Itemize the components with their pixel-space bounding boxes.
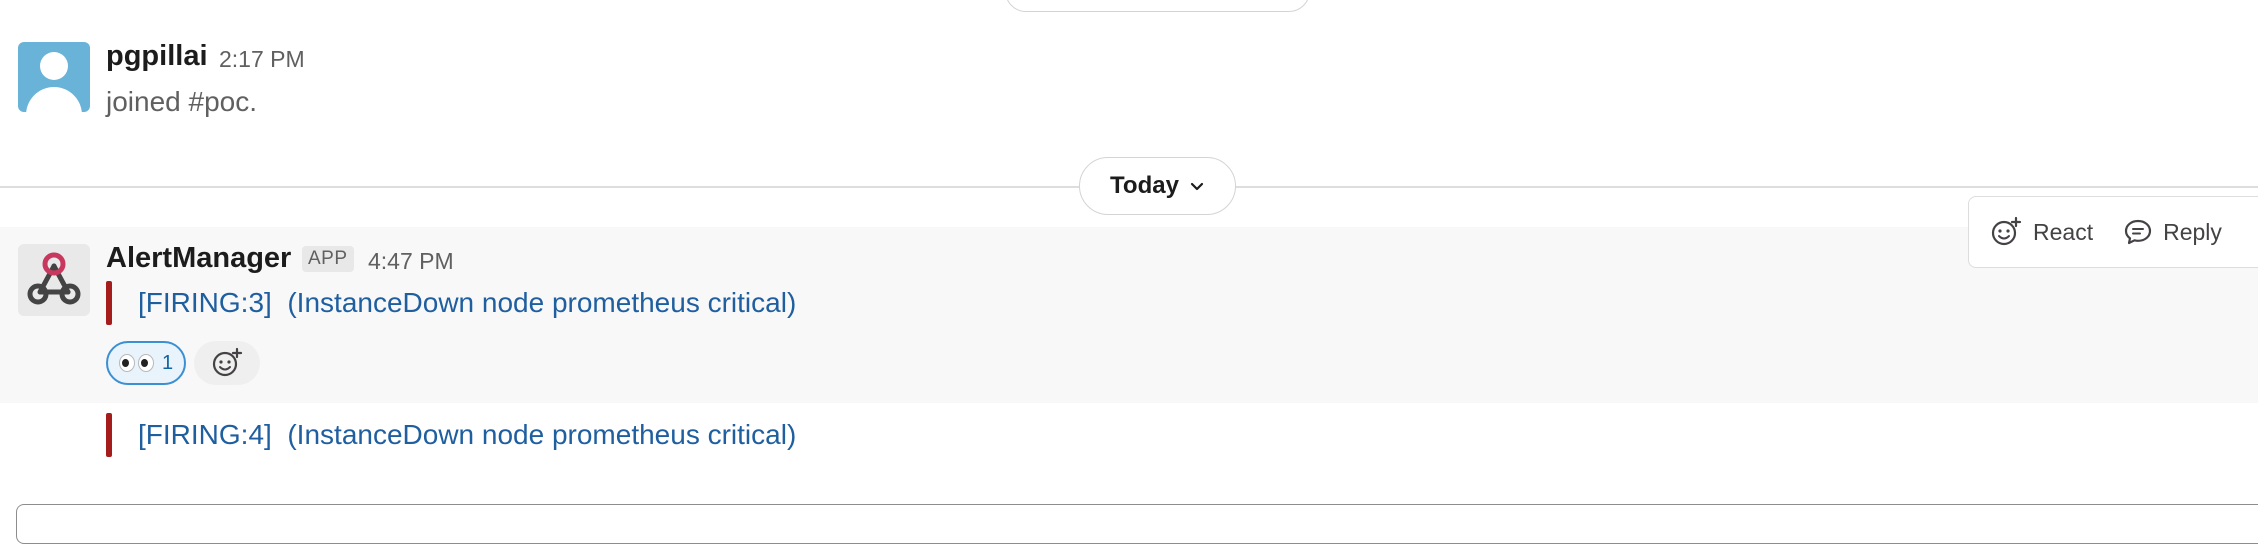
avatar[interactable] bbox=[18, 42, 90, 112]
date-divider-button[interactable]: Today bbox=[1079, 157, 1236, 215]
eyes-emoji-icon bbox=[118, 354, 154, 372]
alert-color-bar bbox=[106, 281, 112, 325]
message-timestamp[interactable]: 4:47 PM bbox=[368, 248, 454, 275]
alert-summary: (InstanceDown node prometheus critical) bbox=[287, 419, 797, 450]
app-badge: APP bbox=[302, 246, 354, 272]
webhook-icon bbox=[27, 252, 81, 305]
add-reaction-button[interactable] bbox=[194, 341, 260, 385]
alert-color-bar bbox=[106, 413, 112, 457]
react-button[interactable]: React bbox=[1989, 215, 2093, 249]
previous-date-divider-pill[interactable] bbox=[1005, 0, 1310, 12]
reaction-count: 1 bbox=[161, 351, 174, 374]
alert-link[interactable]: [FIRING:3] (InstanceDown node prometheus… bbox=[138, 287, 796, 319]
reply-label: Reply bbox=[2163, 218, 2222, 245]
message-composer[interactable] bbox=[16, 504, 2258, 544]
message-author[interactable]: AlertManager bbox=[106, 242, 291, 275]
date-divider-label: Today bbox=[1110, 172, 1179, 199]
reaction-eyes[interactable]: 1 bbox=[106, 341, 186, 385]
message-text: joined #poc. bbox=[106, 86, 258, 117]
avatar[interactable] bbox=[18, 244, 90, 316]
alert-status: [FIRING:3] bbox=[138, 287, 272, 318]
message-timestamp[interactable]: 2:17 PM bbox=[219, 46, 305, 73]
alert-status: [FIRING:4] bbox=[138, 419, 272, 450]
reply-icon bbox=[2124, 219, 2152, 245]
reply-button[interactable]: Reply bbox=[2123, 217, 2222, 247]
add-reaction-icon bbox=[1991, 216, 2022, 246]
add-reaction-icon bbox=[212, 347, 243, 377]
message-author[interactable]: pgpillai bbox=[106, 40, 208, 73]
react-label: React bbox=[2033, 218, 2094, 245]
alert-summary: (InstanceDown node prometheus critical) bbox=[287, 287, 797, 318]
alert-link[interactable]: [FIRING:4] (InstanceDown node prometheus… bbox=[138, 419, 796, 451]
chevron-down-icon bbox=[1190, 182, 1204, 191]
message-actions-toolbar: React Reply bbox=[1968, 196, 2258, 268]
